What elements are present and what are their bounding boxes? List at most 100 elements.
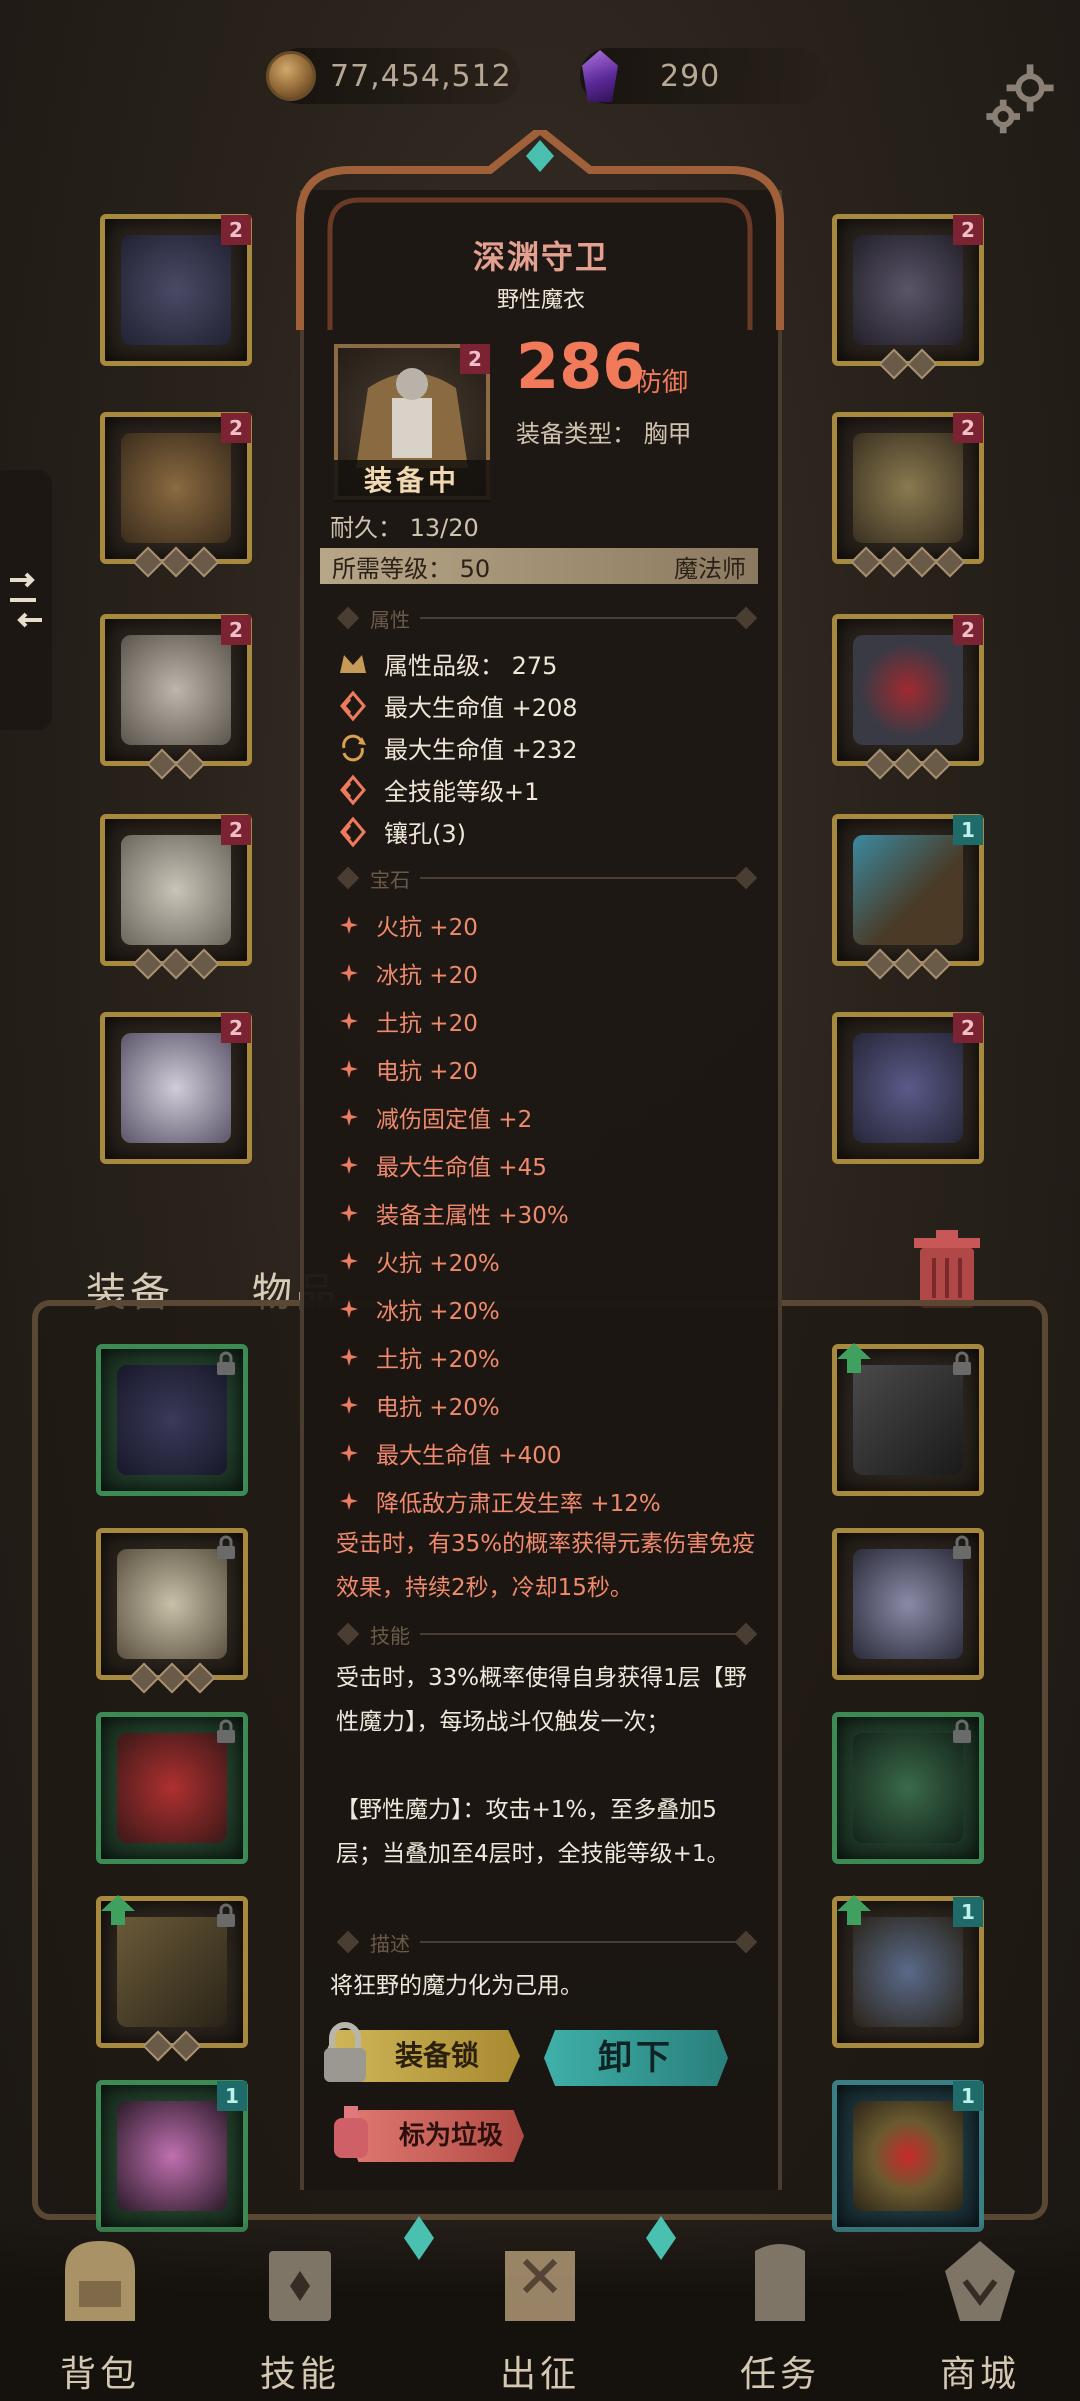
gem-stat-row: 电抗 +20% <box>340 1388 500 1422</box>
map-scroll-icon <box>505 2251 575 2321</box>
socket-row <box>837 546 979 578</box>
defense-label: 防御 <box>636 368 689 398</box>
gem-amount: 290 <box>660 58 721 94</box>
spark-icon <box>340 1444 358 1462</box>
inventory-slot[interactable]: 1 <box>832 2080 984 2232</box>
inventory-slot[interactable] <box>96 1712 248 1864</box>
slot-level-badge: 2 <box>953 413 983 443</box>
spark-icon <box>340 1300 358 1318</box>
pants-item-icon <box>121 835 231 945</box>
lock-icon <box>953 1351 971 1375</box>
shop-crest-icon <box>945 2241 1015 2321</box>
slot-level-badge: 2 <box>221 413 251 443</box>
skill-text-2: 【野性魔力】：攻击+1%，至多叠加5层；当叠加至4层时，全技能等级+1。 <box>336 1797 730 1867</box>
slot-level-badge: 2 <box>953 215 983 245</box>
attribute-row: 最大生命值 +232 <box>336 730 578 765</box>
nav-expedition[interactable]: 出征 <box>460 2221 620 2401</box>
backpack-icon <box>65 2241 135 2321</box>
inventory-slot[interactable] <box>832 1343 984 1496</box>
equip-slot-gloves[interactable]: 2 <box>100 614 252 780</box>
attribute-row: 镶孔(3) <box>336 814 466 849</box>
equip-slot-boots[interactable]: 2 <box>100 1012 252 1164</box>
ruby-ring-item-icon <box>853 2101 963 2211</box>
socket-row <box>101 1662 243 1694</box>
lock-icon <box>217 1903 235 1927</box>
slot-level-badge: 2 <box>221 215 251 245</box>
necklace-item-icon <box>853 1549 963 1659</box>
gem-stat-row: 冰抗 +20% <box>340 1292 500 1326</box>
gloves-item-icon <box>121 635 231 745</box>
amulet-item-icon <box>853 235 963 345</box>
spark-icon <box>340 1252 358 1270</box>
gear-icon[interactable] <box>978 56 1062 140</box>
reroll-cycle-icon <box>342 734 366 761</box>
ring-item-icon <box>853 433 963 543</box>
gem-necklace-item-icon <box>853 1733 963 1843</box>
inventory-slot[interactable]: 1 <box>96 2080 248 2232</box>
requirement-bar: 所需等级： 50 魔法师 <box>320 548 758 584</box>
padlock-icon <box>324 2022 366 2082</box>
skill-text-1: 受击时，33%概率使得自身获得1层【野性魔力】，每场战斗仅触发一次； <box>336 1665 747 1735</box>
section-header-description: 描述 <box>330 1928 760 1956</box>
item-level-badge: 2 <box>460 344 490 374</box>
gold-counter: 77,454,512 <box>266 48 520 104</box>
socket-row <box>105 748 247 780</box>
socket-spark-icon <box>340 816 366 847</box>
gem-stat-row: 土抗 +20 <box>340 1004 478 1038</box>
attribute-row: 全技能等级+1 <box>336 772 539 807</box>
gem-effect-text: 受击时，有35%的概率获得元素伤害免疫效果，持续2秒，冷却15秒。 <box>336 1531 756 1601</box>
inventory-slot[interactable] <box>96 1528 248 1694</box>
spark-icon <box>340 1492 358 1510</box>
cloak-item-icon <box>117 1365 227 1475</box>
spark-icon <box>340 1204 358 1222</box>
hood-item-icon <box>117 1549 227 1659</box>
gold-amount: 77,454,512 <box>330 58 512 94</box>
unequip-button[interactable]: 卸下 <box>544 2030 728 2086</box>
gem-stat-row: 土抗 +20% <box>340 1340 500 1374</box>
section-header-attributes: 属性 <box>330 604 760 632</box>
equip-slot-helmet[interactable]: 2 <box>100 214 252 366</box>
slot-level-badge: 2 <box>953 615 983 645</box>
panel-corner-gem-icon <box>646 2216 676 2260</box>
section-label: 技能 <box>370 1624 410 1648</box>
socket-row <box>105 546 247 578</box>
equip-slot-chest[interactable]: 2 <box>100 412 252 578</box>
nav-shop[interactable]: 商城 <box>900 2221 1060 2401</box>
equip-slot-pants[interactable]: 2 <box>100 814 252 980</box>
equip-slot-weapon[interactable]: 1 <box>832 814 984 980</box>
socket-row <box>837 748 979 780</box>
required-level: 所需等级： 50 <box>332 554 491 583</box>
equip-slot-amulet[interactable]: 2 <box>832 214 984 380</box>
spark-icon <box>340 1108 358 1126</box>
side-drawer-handle[interactable] <box>0 470 52 730</box>
lantern-trash-icon <box>334 2106 368 2158</box>
slot-level-badge: 2 <box>221 815 251 845</box>
socket-row <box>837 948 979 980</box>
inventory-slot[interactable]: 1 <box>832 1895 984 2048</box>
armor-item-icon <box>853 1917 963 2027</box>
upgrade-arrow-icon <box>101 1895 135 1925</box>
nav-quests[interactable]: 任务 <box>700 2221 860 2401</box>
equipped-status: 装备中 <box>334 460 490 502</box>
equip-slot-ring-2[interactable]: 2 <box>832 614 984 780</box>
nav-backpack[interactable]: 背包 <box>20 2221 180 2401</box>
inventory-slot[interactable] <box>96 1895 248 2062</box>
spiked-item-icon <box>117 2101 227 2211</box>
lock-icon <box>217 1351 235 1375</box>
gem-icon <box>582 50 618 102</box>
inventory-slot[interactable] <box>96 1344 248 1496</box>
gem-stat-row: 火抗 +20 <box>340 908 478 942</box>
equip-slot-ring-1[interactable]: 2 <box>832 412 984 578</box>
quality-crown-icon <box>340 654 366 673</box>
spark-icon <box>340 1396 358 1414</box>
slot-level-badge: 1 <box>953 1897 983 1927</box>
section-header-skill: 技能 <box>330 1620 760 1648</box>
slot-level-badge: 1 <box>217 2081 247 2111</box>
inventory-slot[interactable] <box>832 1712 984 1864</box>
inventory-slot[interactable] <box>832 1528 984 1680</box>
lock-icon <box>953 1535 971 1559</box>
diamond-spark-icon <box>340 690 366 721</box>
slot-level-badge: 2 <box>953 1013 983 1043</box>
nav-skills[interactable]: 技能 <box>220 2221 380 2401</box>
equip-slot-belt[interactable]: 2 <box>832 1012 984 1164</box>
